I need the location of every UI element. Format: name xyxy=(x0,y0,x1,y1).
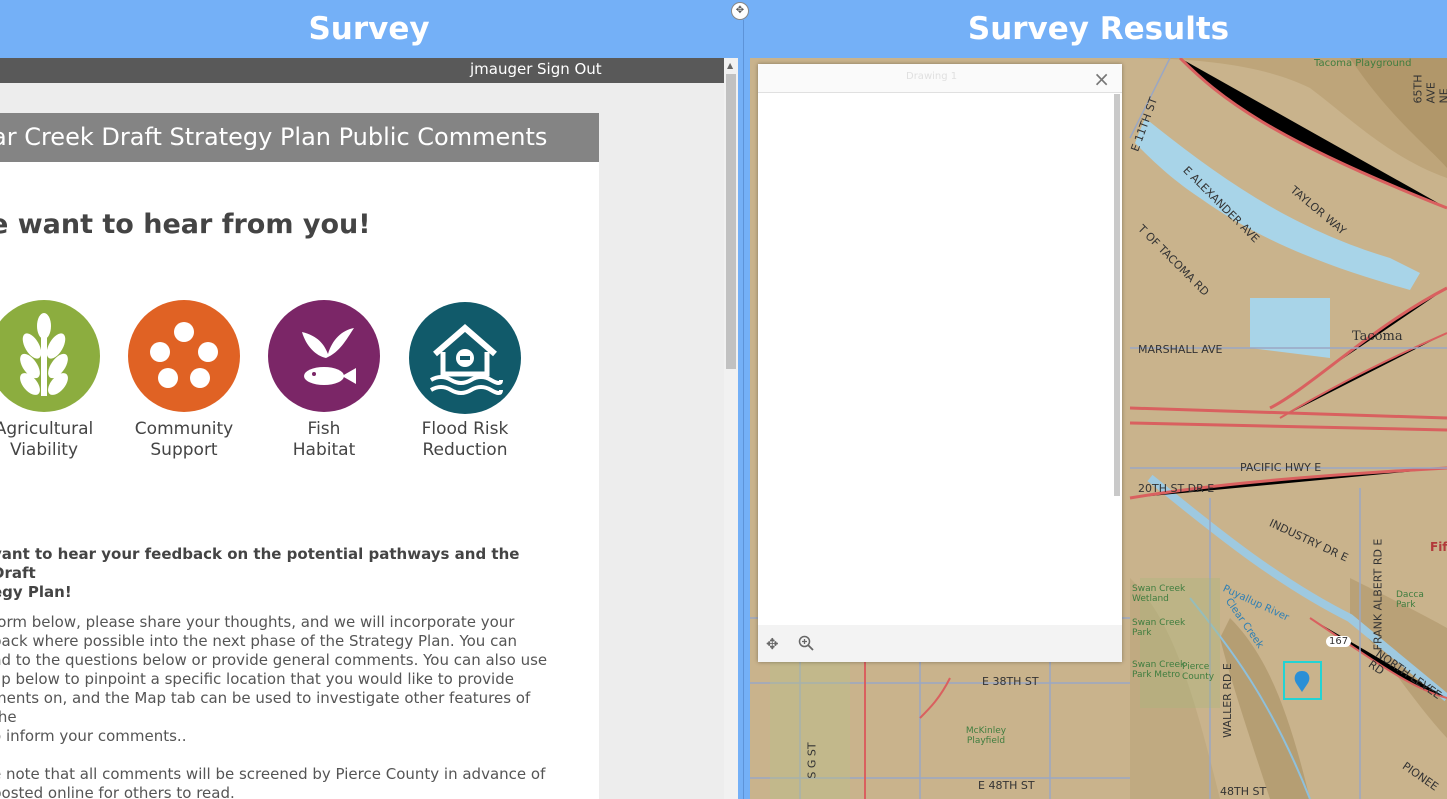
popup-header: Drawing 1 × xyxy=(758,64,1122,93)
intro-line: vant to hear your feedback on the potent… xyxy=(0,545,520,582)
survey-scrollbar[interactable]: ▲ xyxy=(724,58,738,799)
map-label: WALLER RD E xyxy=(1220,663,1234,738)
form-headline: e want to hear from you! xyxy=(0,209,371,240)
category-line1: Flood Risk xyxy=(421,419,509,439)
form-title-bar: ar Creek Draft Strategy Plan Public Comm… xyxy=(0,113,599,162)
map-label: Swan Creek Wetland xyxy=(1132,584,1186,604)
category-line1: Agricultural xyxy=(0,419,94,439)
split-divider[interactable] xyxy=(738,0,750,799)
category-fish-habitat: Fish Habitat xyxy=(254,419,394,461)
category-line2: Habitat xyxy=(292,440,356,460)
category-line2: Support xyxy=(150,440,218,460)
map-label: MARSHALL AVE xyxy=(1138,343,1223,356)
username-link[interactable]: jmauger xyxy=(470,60,532,78)
form-title: ar Creek Draft Strategy Plan Public Comm… xyxy=(0,123,548,151)
body-line: nd to the questions below or provide gen… xyxy=(0,651,548,669)
map-label: 48TH ST xyxy=(1220,785,1267,798)
map-label: 20TH ST DR E xyxy=(1138,482,1215,495)
map-label: Tacoma xyxy=(1352,329,1403,344)
body-line: form below, please share your thoughts, … xyxy=(0,613,515,631)
note-line: e note that all comments will be screene… xyxy=(0,765,546,783)
body-line: back where possible into the next phase … xyxy=(0,632,518,650)
map-label: PACIFIC HWY E xyxy=(1240,461,1322,474)
map-label: McKinley Playfield xyxy=(965,726,1007,746)
zoom-to-icon[interactable] xyxy=(798,635,814,655)
map-label: FRANK ALBERT RD E xyxy=(1371,538,1385,651)
popup-footer: ✥ xyxy=(758,625,1122,662)
wheat-icon xyxy=(0,300,100,412)
map-label: 65TH AVE NE xyxy=(1411,74,1447,104)
popup-title: Drawing 1 xyxy=(906,71,958,82)
survey-form: ar Creek Draft Strategy Plan Public Comm… xyxy=(0,113,599,799)
popup-content xyxy=(758,93,1115,623)
survey-pane: jmauger Sign Out ar Creek Draft Strategy… xyxy=(0,58,738,799)
category-line2: Reduction xyxy=(422,440,508,460)
map-label: E 48TH ST xyxy=(978,779,1035,792)
intro-line: egy Plan! xyxy=(0,583,72,601)
note-paragraph: e note that all comments will be screene… xyxy=(0,765,552,799)
map-label: S G ST xyxy=(805,742,819,779)
results-header: Survey Results xyxy=(750,0,1447,58)
map-label: E 38TH ST xyxy=(982,675,1039,688)
user-bar: jmauger Sign Out xyxy=(0,58,724,83)
category-agricultural-viability: Agricultural Viability xyxy=(0,419,114,461)
body-line: o inform your comments.. xyxy=(0,727,187,745)
map-label: Fif xyxy=(1430,540,1447,554)
category-line1: Community xyxy=(134,419,234,439)
results-title: Survey Results xyxy=(967,11,1230,47)
survey-header: Survey xyxy=(0,0,738,58)
category-line2: Viability xyxy=(9,440,79,460)
body-line: ap below to pinpoint a specific location… xyxy=(0,670,514,688)
bird-fish-icon xyxy=(268,300,380,412)
intro-paragraph: vant to hear your feedback on the potent… xyxy=(0,545,552,602)
close-icon[interactable]: × xyxy=(1093,67,1110,91)
people-dots-icon xyxy=(128,300,240,412)
map-label: Dacca Park xyxy=(1396,590,1424,610)
map-label: Swan Creek Park xyxy=(1132,618,1186,638)
split-resize-icon[interactable]: ✥ xyxy=(731,2,749,20)
sign-out-link[interactable]: Sign Out xyxy=(537,60,602,78)
map-label: 167 xyxy=(1326,636,1352,647)
body-paragraph: form below, please share your thoughts, … xyxy=(0,613,552,746)
flooded-house-icon xyxy=(409,302,521,414)
drawing-popup: Drawing 1 × ✥ xyxy=(758,64,1122,662)
map-label: Tacoma Playground xyxy=(1314,58,1412,69)
map-view[interactable]: Tacoma Playground 65TH AVE NE E 11TH ST … xyxy=(750,58,1447,799)
scroll-thumb[interactable] xyxy=(726,74,736,369)
popup-scroll-thumb[interactable] xyxy=(1114,94,1120,496)
category-flood-risk-reduction: Flood Risk Reduction xyxy=(395,419,535,461)
body-line: ments on, and the Map tab can be used to… xyxy=(0,689,531,726)
category-line1: Fish xyxy=(307,419,341,439)
note-line: posted online for others to read. xyxy=(0,784,235,799)
category-community-support: Community Support xyxy=(114,419,254,461)
scroll-up-icon[interactable]: ▲ xyxy=(727,61,733,70)
split-line xyxy=(743,20,744,799)
pan-icon[interactable]: ✥ xyxy=(766,635,779,653)
survey-title: Survey xyxy=(308,11,430,47)
